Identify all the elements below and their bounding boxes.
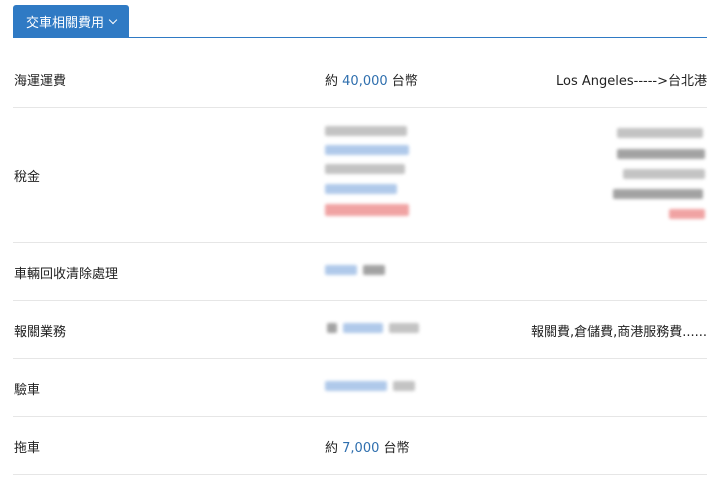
fee-note: Los Angeles----->台北港: [556, 74, 707, 89]
fee-price: 約 40,000 台幣: [325, 70, 418, 89]
tab-label: 交車相關費用: [25, 15, 104, 31]
fee-row-shipping: 海運運費 約 40,000 台幣 Los Angeles----->台北港: [13, 50, 707, 108]
tab-bar: 交車相關費用: [13, 0, 707, 38]
fee-name: 稅金: [14, 170, 41, 185]
fee-name: 海運運費: [14, 74, 67, 89]
fee-note: 報關費,倉儲費,商港服務費......: [530, 325, 707, 340]
fee-row-inspection: 驗車: [13, 359, 707, 417]
fee-row-towing: 拖車 約 7,000 台幣: [13, 417, 707, 475]
fee-row-recycling: 車輛回收清除處理: [13, 243, 707, 301]
price-prefix: 約: [325, 74, 339, 89]
fee-name: 報關業務: [14, 325, 67, 340]
tab-delivery-fees[interactable]: 交車相關費用: [13, 5, 129, 37]
fee-name: 驗車: [14, 383, 41, 398]
chevron-down-icon: [108, 15, 118, 24]
price-prefix: 約: [325, 441, 339, 456]
fee-name: 拖車: [14, 441, 41, 456]
fee-name: 車輛回收清除處理: [14, 267, 119, 282]
price-unit: 台幣: [391, 74, 418, 89]
price-value: 40,000: [342, 74, 388, 89]
price-value: 7,000: [342, 441, 380, 456]
fee-price: 約 7,000 台幣: [325, 437, 410, 456]
price-unit: 台幣: [383, 441, 410, 456]
fee-row-tax: 稅金: [13, 108, 707, 243]
fee-row-customs: 報關業務 報關費,倉儲費,商港服務費......: [13, 301, 707, 359]
